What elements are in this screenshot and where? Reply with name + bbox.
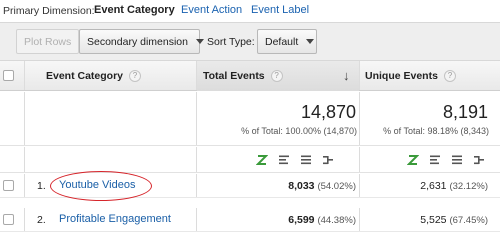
secondary-dimension-label: Secondary dimension xyxy=(87,35,188,48)
header-unique-events-label: Unique Events xyxy=(365,70,438,82)
percentage-icon[interactable] xyxy=(278,154,290,166)
sort-type-value: Default xyxy=(265,35,299,48)
sort-descending-arrow-icon[interactable]: ↓ xyxy=(343,68,350,83)
plot-rows-button[interactable]: Plot Rows xyxy=(16,29,80,54)
unique-events-sum: 8,191 xyxy=(442,102,488,122)
event-category-link[interactable]: Profitable Engagement xyxy=(59,213,171,225)
unique-events-value: 5,525 (67.45%) xyxy=(420,214,488,226)
comparison-icon[interactable] xyxy=(322,154,334,166)
header-total-events-label: Total Events xyxy=(203,70,265,82)
help-icon[interactable]: ? xyxy=(129,70,142,82)
sort-type-label: Sort Type: xyxy=(207,36,255,48)
total-events-number: 8,033 xyxy=(288,180,315,192)
total-events-pct: (44.38%) xyxy=(317,215,356,226)
tab-event-action[interactable]: Event Action xyxy=(181,4,242,16)
unique-events-number: 5,525 xyxy=(420,214,447,226)
primary-dimension-bar: Primary Dimension: Event Category Event … xyxy=(0,0,500,22)
help-icon[interactable]: ? xyxy=(443,70,456,82)
data-table-icon[interactable] xyxy=(407,154,419,166)
totals-row: 14,870 % of Total: 100.00% (14,870) 8,19… xyxy=(0,92,500,146)
total-events-pct: (54.02%) xyxy=(317,181,356,192)
primary-dimension-label: Primary Dimension: xyxy=(3,5,95,17)
table-row: 1. Youtube Videos 8,033 (54.02%) 2,631 (… xyxy=(0,171,500,201)
visualization-toggle-row xyxy=(0,147,500,173)
performance-icon[interactable] xyxy=(300,154,312,166)
total-events-value: 6,599 (44.38%) xyxy=(288,214,356,226)
row-checkbox[interactable] xyxy=(3,214,14,225)
row-checkbox[interactable] xyxy=(3,180,14,191)
unique-events-pct: (67.45%) xyxy=(449,215,488,226)
secondary-dimension-dropdown[interactable]: Secondary dimension xyxy=(79,29,204,54)
row-index: 1. xyxy=(37,180,46,192)
sort-type-dropdown[interactable]: Default xyxy=(257,29,317,54)
total-events-value: 8,033 (54.02%) xyxy=(288,180,356,192)
table-row: 2. Profitable Engagement 6,599 (44.38%) … xyxy=(0,208,500,232)
tab-event-label[interactable]: Event Label xyxy=(251,4,309,16)
table-toolbar: Plot Rows Secondary dimension Sort Type:… xyxy=(0,22,500,61)
performance-icon[interactable] xyxy=(451,154,463,166)
comparison-icon[interactable] xyxy=(473,154,485,166)
header-event-category[interactable]: Event Category? xyxy=(46,70,142,82)
chevron-down-icon xyxy=(306,39,315,44)
tab-event-category[interactable]: Event Category xyxy=(94,4,175,16)
total-events-number: 6,599 xyxy=(288,214,315,226)
total-events-percent: % of Total: 100.00% (14,870) xyxy=(241,126,357,136)
percentage-icon[interactable] xyxy=(429,154,441,166)
select-all-checkbox[interactable] xyxy=(3,70,14,81)
help-icon[interactable]: ? xyxy=(270,70,283,82)
header-event-category-label: Event Category xyxy=(46,70,124,82)
highlight-circle xyxy=(50,171,152,201)
chevron-down-icon xyxy=(195,39,204,44)
header-unique-events[interactable]: Unique Events? xyxy=(365,70,456,82)
unique-events-value: 2,631 (32.12%) xyxy=(420,180,488,192)
data-table-icon[interactable] xyxy=(256,154,268,166)
row-index: 2. xyxy=(37,214,46,226)
header-total-events[interactable]: Total Events? xyxy=(203,70,283,82)
unique-events-number: 2,631 xyxy=(420,180,447,192)
unique-events-percent: % of Total: 98.18% (8,343) xyxy=(383,126,489,136)
total-events-sum: 14,870 xyxy=(300,102,356,122)
unique-events-pct: (32.12%) xyxy=(449,181,488,192)
table-header: Event Category? Total Events? ↓ Unique E… xyxy=(0,61,500,91)
